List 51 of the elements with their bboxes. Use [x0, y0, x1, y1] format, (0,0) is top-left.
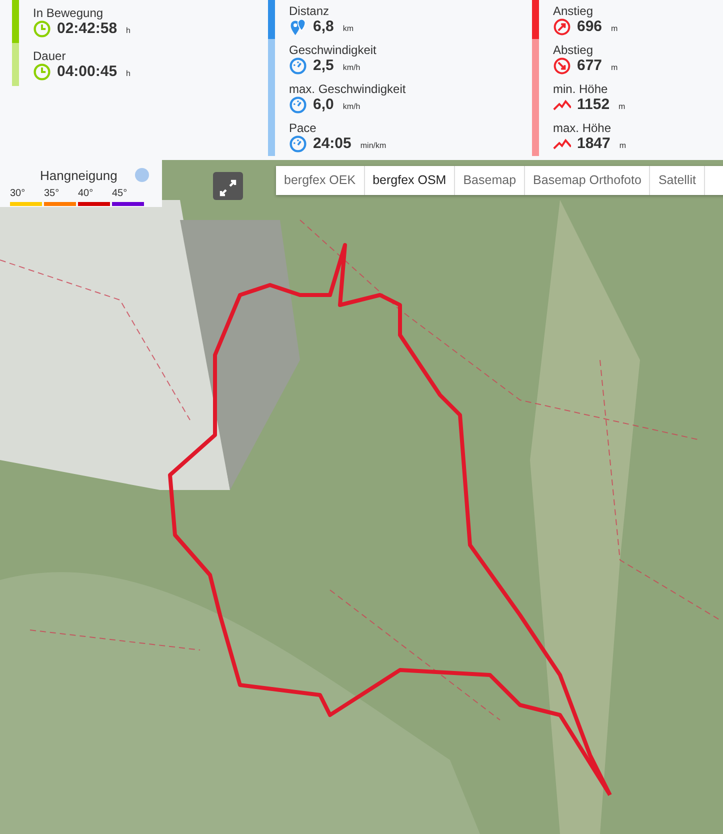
stat-value: 2,5 — [313, 56, 334, 74]
slope-scale-step: 40° — [78, 188, 110, 206]
info-dot-icon — [135, 168, 150, 182]
stat-label: Geschwindigkeit — [289, 42, 378, 56]
layer-tab[interactable]: bergfex OEK — [276, 166, 365, 195]
stat-unit: km — [342, 22, 354, 34]
stat-label: max. Geschwindigkeit — [289, 82, 407, 96]
stat-label: min. Höhe — [553, 82, 609, 96]
layer-tab[interactable]: Basemap Orthofoto — [525, 166, 650, 195]
stat-unit: h — [126, 68, 130, 80]
layer-tab[interactable]: Basemap — [455, 166, 526, 195]
stat-value: 04:00:45 — [57, 62, 118, 80]
stat-label: max. Höhe — [553, 120, 612, 134]
clock-icon — [33, 20, 51, 38]
stat-unit: km/h — [342, 100, 360, 112]
stat-unit: min/km — [360, 140, 386, 152]
gauge-icon — [289, 56, 307, 74]
stat-unit: m — [619, 140, 626, 152]
arrow-down-right-icon — [553, 56, 571, 74]
gauge-icon — [289, 96, 307, 114]
stat-value: 677 — [577, 56, 602, 74]
stat-value: 24:05 — [313, 134, 352, 152]
stat-label: Dauer — [33, 48, 67, 62]
stat-label: Distanz — [289, 4, 330, 18]
clock-icon — [33, 62, 51, 80]
fullscreen-icon — [217, 178, 239, 198]
stat-value: 6,8 — [313, 18, 334, 36]
layer-tab[interactable]: Satellit — [650, 166, 705, 195]
stat-label: In Bewegung — [33, 6, 104, 20]
stat-value: 6,0 — [313, 96, 334, 114]
slope-scale-step: 45° — [112, 188, 144, 206]
map-pins-icon — [289, 18, 307, 36]
legend-title: Hangneigung — [40, 168, 118, 183]
stat-unit: km/h — [342, 62, 360, 74]
stat-label: Anstieg — [553, 4, 594, 18]
layer-tab[interactable]: bergfex OSM — [364, 166, 456, 195]
slope-scale-step: 35° — [44, 188, 76, 206]
stat-value: 1152 — [577, 96, 610, 114]
stat-unit: m — [618, 100, 626, 112]
arrow-up-right-icon — [553, 18, 571, 36]
stat-unit: m — [611, 62, 618, 74]
gauge-icon — [289, 134, 307, 152]
stat-value: 696 — [577, 18, 602, 36]
stat-unit: h — [126, 24, 130, 36]
stat-value: 1847 — [577, 134, 610, 152]
stat-label: Abstieg — [553, 42, 594, 56]
stat-label: Pace — [289, 120, 318, 134]
stat-unit: m — [611, 22, 618, 34]
slope-scale-step: 30° — [10, 188, 42, 206]
stat-value: 02:42:58 — [57, 20, 118, 38]
fullscreen-button[interactable] — [213, 172, 243, 200]
